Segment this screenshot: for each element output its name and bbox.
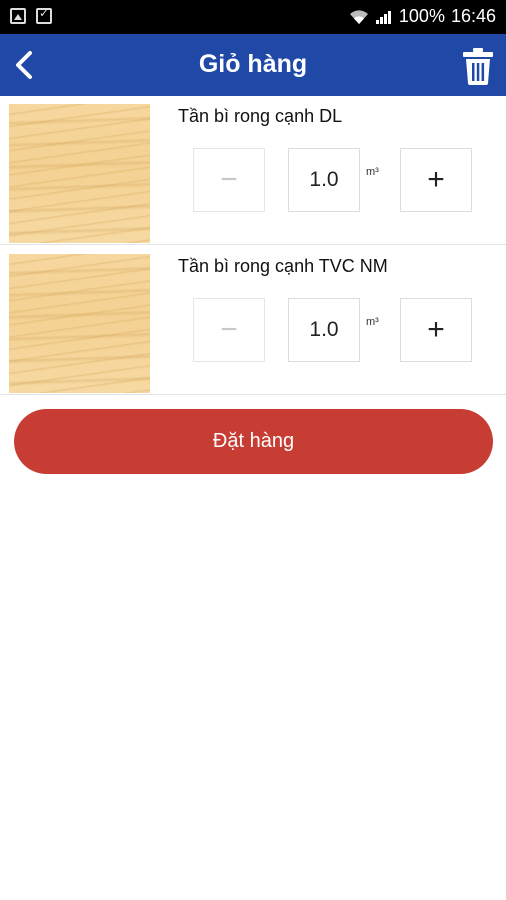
- quantity-field[interactable]: 1.0: [288, 148, 360, 212]
- product-name: Tần bì rong cạnh DL: [178, 106, 343, 126]
- gallery-icon: [10, 8, 26, 24]
- place-order-button[interactable]: Đặt hàng: [14, 409, 493, 474]
- system-status: 100% 16:46: [349, 6, 496, 27]
- decrease-quantity-button[interactable]: −: [193, 148, 265, 212]
- battery-text: 100%: [398, 6, 445, 26]
- wood-texture-image: [9, 254, 150, 393]
- cart-item: Tần bì rong cạnh TVC NM − 1.0 m³ +: [0, 246, 506, 395]
- wood-texture-image: [9, 104, 150, 243]
- cart-item: Tần bì rong cạnh DL − 1.0 m³ +: [0, 96, 506, 245]
- clock: 16:46: [450, 6, 496, 26]
- trash-icon: [463, 48, 493, 85]
- product-name: Tần bì rong cạnh TVC NM: [178, 256, 388, 276]
- status-bar: 100% 16:46: [0, 0, 506, 34]
- unit-label: m³: [366, 316, 379, 328]
- quantity-field[interactable]: 1.0: [288, 298, 360, 362]
- page-title: Giỏ hàng: [198, 50, 308, 78]
- increase-quantity-button[interactable]: +: [400, 148, 472, 212]
- app-bar: Giỏ hàng: [0, 34, 506, 96]
- signal-icon: [375, 9, 393, 25]
- clear-cart-button[interactable]: [460, 46, 496, 86]
- increase-quantity-button[interactable]: +: [400, 298, 472, 362]
- wifi-icon: [349, 9, 369, 25]
- notification-icons: [10, 6, 52, 24]
- unit-label: m³: [366, 166, 379, 178]
- decrease-quantity-button[interactable]: −: [193, 298, 265, 362]
- checklist-icon: [36, 6, 52, 24]
